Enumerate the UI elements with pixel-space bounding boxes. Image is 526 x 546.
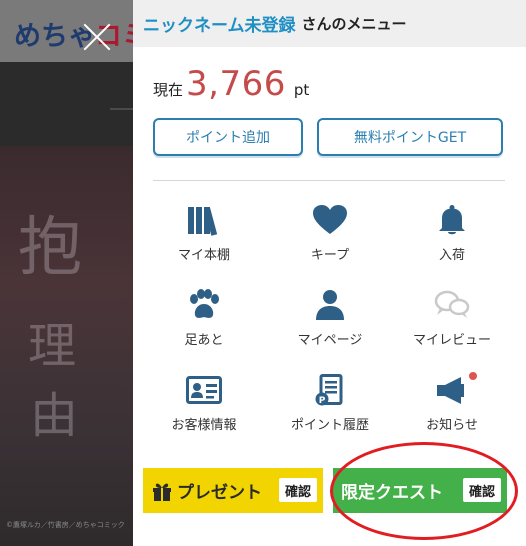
- highlight-circle: [330, 442, 518, 540]
- background-banner-art: 抱 理 由: [0, 146, 133, 546]
- receipt-icon: P: [315, 374, 343, 406]
- menu-item-bookshelf[interactable]: マイ本棚: [149, 204, 259, 263]
- svg-text:P: P: [319, 396, 326, 406]
- id-card-icon: [186, 376, 222, 404]
- megaphone-icon: [437, 377, 464, 404]
- add-points-button[interactable]: ポイント追加: [153, 118, 303, 156]
- art-glyph: 抱: [18, 211, 82, 285]
- app-root: めちゃコミック 抱 理 由 ©鷹塚ルカ／竹書房／めちゃコミック ニックネーム未登…: [0, 0, 526, 546]
- menu-item-point-history[interactable]: P ポイント履歴: [275, 374, 385, 433]
- menu-header: ニックネーム未登録 さんのメニュー: [133, 0, 526, 47]
- points-display: 現在 3,766 pt: [153, 64, 309, 104]
- notification-badge: [467, 370, 479, 382]
- menu-item-notices[interactable]: お知らせ: [397, 374, 507, 433]
- paw-icon: [190, 289, 219, 318]
- menu-item-footprints[interactable]: 足あと: [149, 289, 259, 348]
- present-title: プレゼント: [177, 483, 262, 503]
- menu-item-myreview[interactable]: マイレビュー: [397, 289, 507, 348]
- points-value: 3,766: [186, 64, 286, 104]
- background-divider: [110, 108, 133, 110]
- site-logo: めちゃコミック: [14, 21, 133, 52]
- menu-item-label: お知らせ: [426, 418, 478, 433]
- art-glyph: 由: [30, 388, 79, 444]
- menu-item-label: キープ: [310, 248, 350, 263]
- menu-item-label: 入荷: [438, 248, 465, 263]
- menu-item-label: マイレビュー: [412, 333, 491, 348]
- chat-bubbles-icon: [434, 290, 470, 318]
- points-unit: pt: [293, 81, 310, 99]
- menu-item-keep[interactable]: キープ: [275, 204, 385, 263]
- menu-item-customer-info[interactable]: お客様情報: [149, 374, 259, 433]
- menu-item-label: 足あと: [184, 333, 224, 348]
- background-caption: ©鷹塚ルカ／竹書房／めちゃコミック: [6, 521, 125, 529]
- close-icon[interactable]: [80, 20, 114, 54]
- heart-icon: [313, 205, 347, 234]
- divider: [153, 180, 505, 181]
- user-icon: [316, 290, 344, 320]
- nickname-link[interactable]: ニックネーム未登録: [143, 11, 296, 36]
- art-glyph: 理: [28, 318, 77, 374]
- free-points-button[interactable]: 無料ポイントGET: [317, 118, 503, 156]
- menu-item-label: ポイント履歴: [290, 418, 369, 433]
- menu-item-label: マイ本棚: [177, 248, 230, 263]
- points-label: 現在: [153, 81, 184, 99]
- present-confirm-button[interactable]: 確認: [278, 478, 317, 502]
- bell-icon: [439, 205, 465, 235]
- menu-title-suffix: さんのメニュー: [301, 15, 407, 33]
- background-overlay[interactable]: めちゃコミック 抱 理 由 ©鷹塚ルカ／竹書房／めちゃコミック: [0, 0, 133, 546]
- gift-icon: [153, 483, 171, 501]
- menu-item-arrivals[interactable]: 入荷: [397, 204, 507, 263]
- bookshelf-icon: [188, 207, 218, 236]
- menu-item-mypage[interactable]: マイページ: [275, 289, 385, 348]
- menu-item-label: お客様情報: [171, 418, 237, 433]
- present-banner[interactable]: プレゼント 確認: [143, 468, 323, 513]
- menu-item-label: マイページ: [297, 333, 363, 348]
